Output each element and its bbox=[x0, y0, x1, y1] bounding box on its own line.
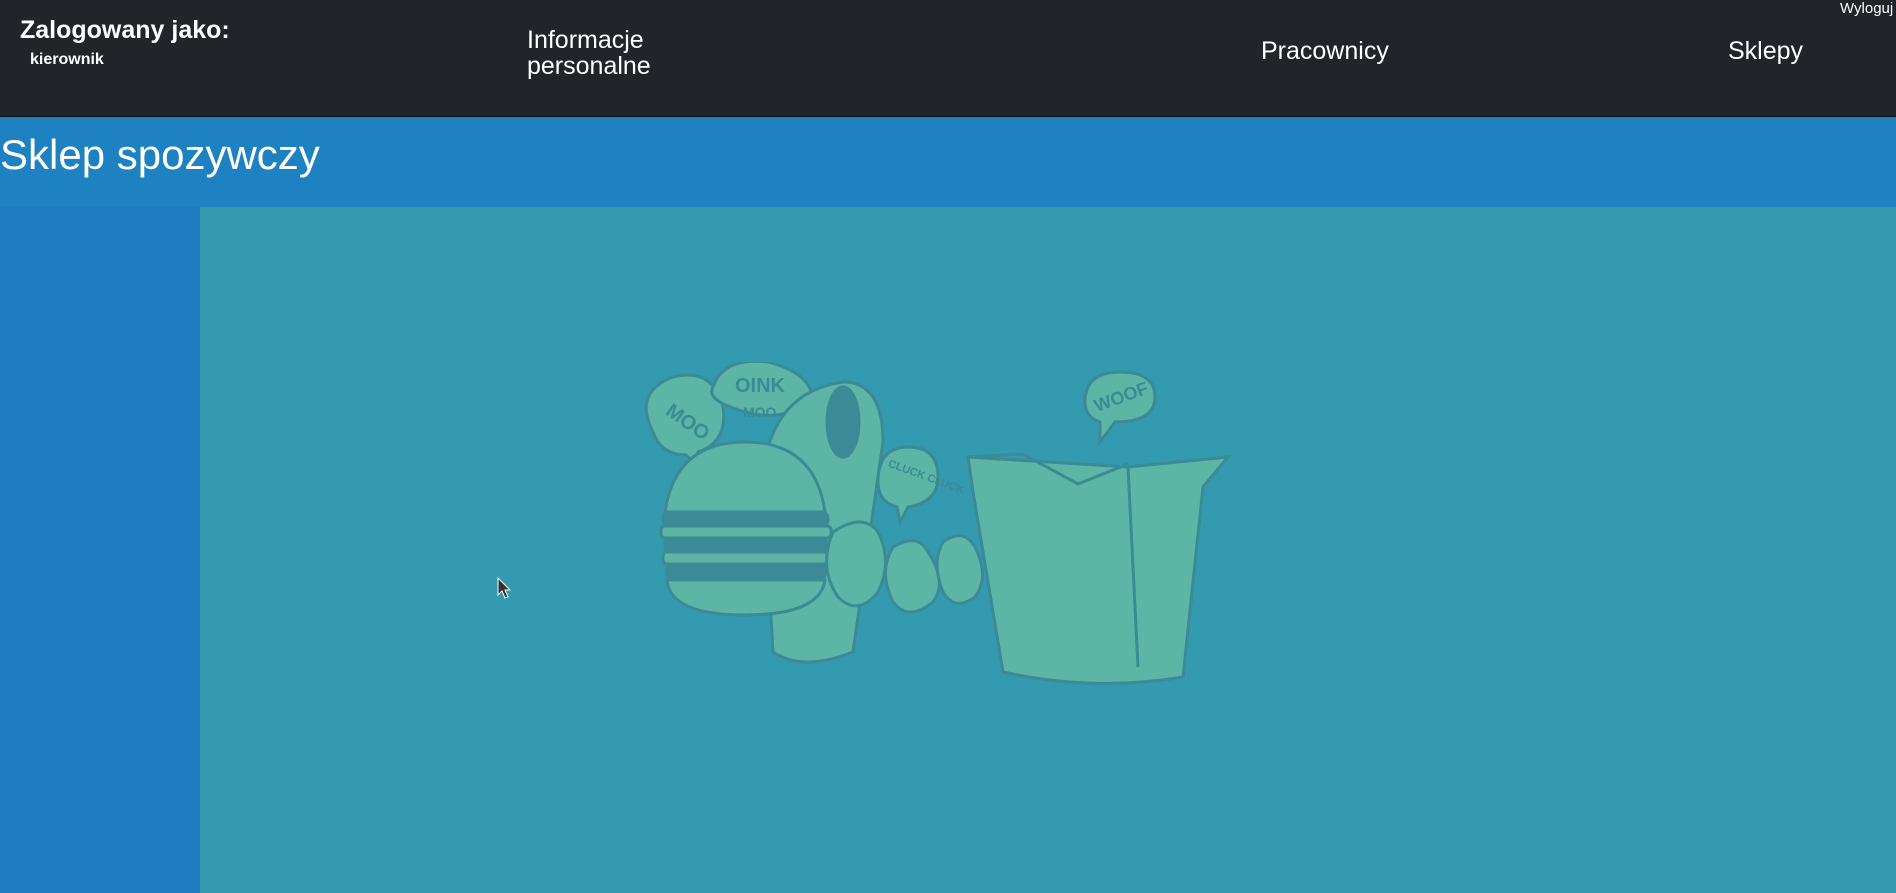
main-content: MOO OINK MOO CLUCK CLUCK WOOF bbox=[200, 207, 1896, 893]
logout-link[interactable]: Wyloguj bbox=[1840, 0, 1896, 17]
food-characters-illustration: MOO OINK MOO CLUCK CLUCK WOOF bbox=[644, 362, 1232, 685]
nav-employees[interactable]: Pracownicy bbox=[1261, 38, 1389, 64]
username: kierownik bbox=[30, 51, 104, 68]
user-info: Zalogowany jako: kierownik bbox=[20, 15, 230, 69]
nav-personal-info[interactable]: Informacje personalne bbox=[527, 27, 687, 79]
oink-text: OINK bbox=[735, 375, 786, 397]
logged-in-label: Zalogowany jako: bbox=[20, 16, 230, 44]
nav-shops[interactable]: Sklepy bbox=[1728, 38, 1803, 64]
top-navbar: Zalogowany jako: kierownik Informacje pe… bbox=[0, 0, 1896, 117]
left-panel bbox=[0, 207, 200, 893]
moo2-text: MOO bbox=[743, 404, 777, 420]
mouse-cursor-icon bbox=[497, 577, 512, 599]
page-title: Sklep spozywczy bbox=[0, 131, 320, 178]
